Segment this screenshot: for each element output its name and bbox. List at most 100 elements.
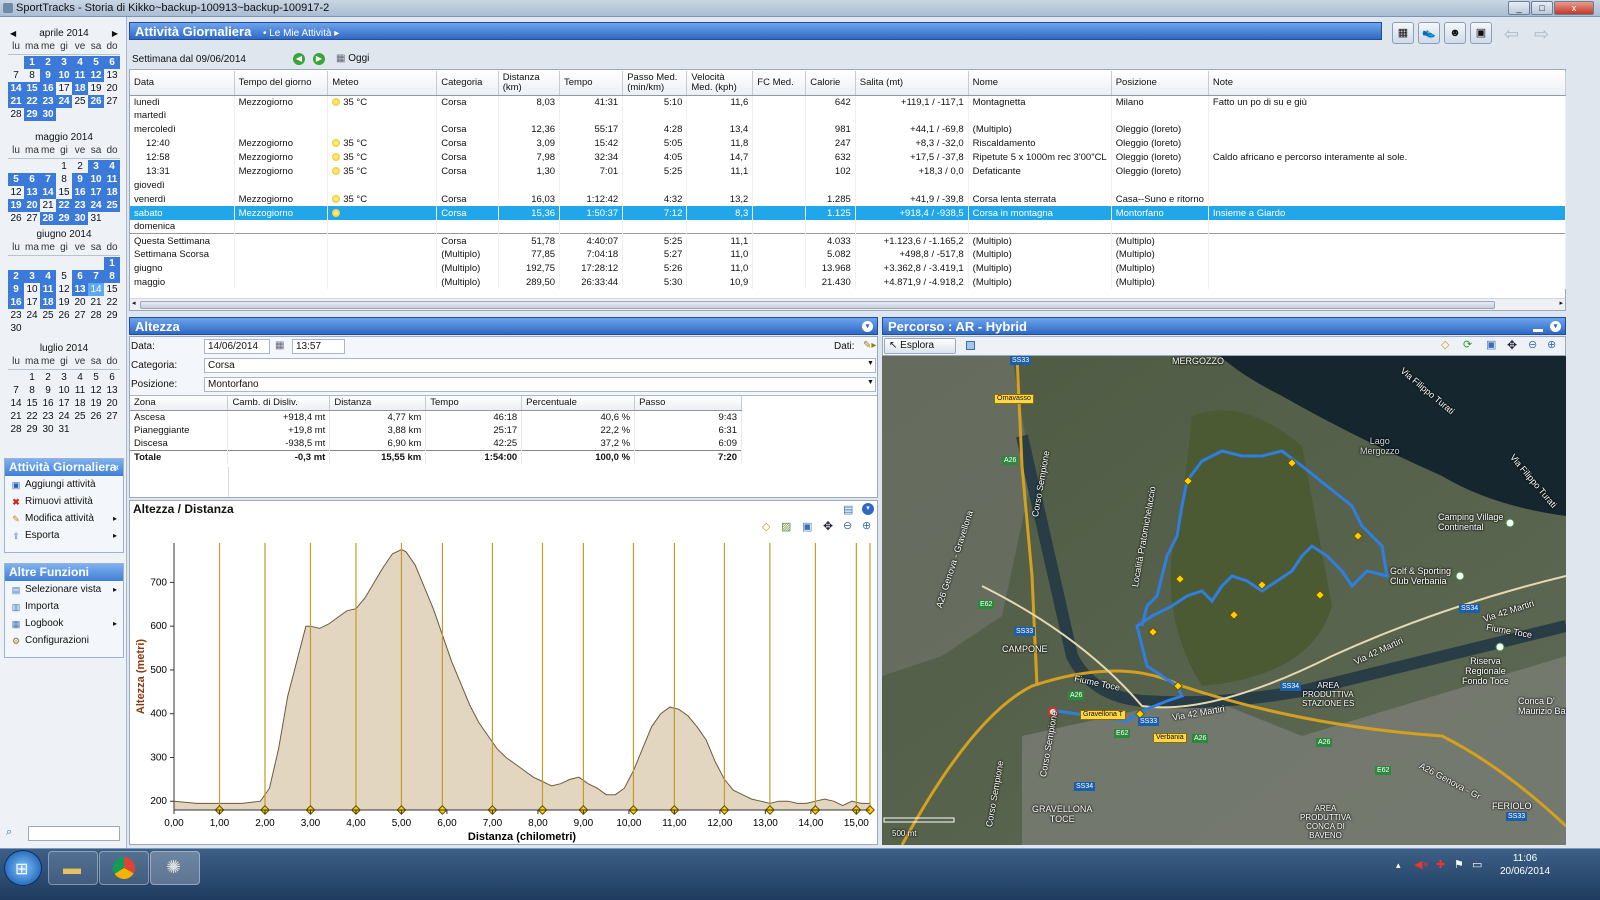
table-row[interactable]: martedì xyxy=(130,108,1567,123)
calendar-day[interactable]: 21 xyxy=(8,410,24,423)
calendar-day[interactable]: 14 xyxy=(8,397,24,410)
calendar-day[interactable]: 8 xyxy=(104,270,120,283)
calendar-day[interactable]: 16 xyxy=(8,296,24,309)
calendar-day[interactable]: 21 xyxy=(8,95,24,108)
calendar-day[interactable]: 27 xyxy=(72,309,88,322)
calendar-day[interactable]: 5 xyxy=(8,173,24,186)
calendar-day[interactable]: 22 xyxy=(56,199,72,212)
add-activity-item[interactable]: ▣ Aggiungi attività xyxy=(5,476,123,493)
calendar-day[interactable]: 24 xyxy=(88,199,104,212)
minimize-button[interactable]: _ xyxy=(1508,1,1530,15)
calendar-day[interactable]: 8 xyxy=(56,173,72,186)
collapse-icon[interactable]: « xyxy=(113,459,119,476)
calendar-day[interactable]: 15 xyxy=(24,82,40,95)
summary-row[interactable]: Questa Settimana Corsa 51,78 4:40:07 5:25 11,… xyxy=(130,233,1567,248)
date-field[interactable]: 14/06/2014 xyxy=(204,339,270,354)
calendar-day[interactable]: 6 xyxy=(24,173,40,186)
calendar-day[interactable]: 30 xyxy=(40,108,56,121)
table-row[interactable]: giovedì xyxy=(130,178,1567,193)
calendar-day[interactable]: 26 xyxy=(88,410,104,423)
calendar-day[interactable]: 5 xyxy=(88,56,104,69)
calendar-day[interactable]: 18 xyxy=(72,397,88,410)
chevron-down-icon[interactable]: ▼ xyxy=(867,360,874,367)
calendar-day[interactable]: 6 xyxy=(104,56,120,69)
calendar-day[interactable]: 9 xyxy=(72,173,88,186)
forward-arrow-icon[interactable]: ⇨ xyxy=(1534,24,1549,45)
horizontal-scrollbar[interactable]: ◂ ▸ xyxy=(130,298,1565,310)
calendar-day[interactable]: 23 xyxy=(40,95,56,108)
calendar-day[interactable]: 20 xyxy=(104,82,120,95)
network-icon[interactable]: ✚ xyxy=(1436,858,1445,871)
zone-column-header[interactable]: Percentuale xyxy=(521,396,636,411)
calendar-day[interactable]: 21 xyxy=(88,296,104,309)
calendar-day[interactable]: 10 xyxy=(88,173,104,186)
calendar-day[interactable]: 13 xyxy=(24,186,40,199)
column-header[interactable]: Distanza (km) xyxy=(498,71,561,96)
calendar-day[interactable]: 27 xyxy=(24,212,40,225)
remove-activity-item[interactable]: ✖ Rimuovi attività xyxy=(5,493,123,510)
category-select[interactable]: Corsa xyxy=(204,358,876,373)
calendar-day[interactable]: 12 xyxy=(8,186,24,199)
prev-week-icon[interactable]: ◀ xyxy=(293,53,305,65)
calendar-day[interactable]: 25 xyxy=(104,199,120,212)
zone-column-header[interactable]: Passo xyxy=(634,396,742,411)
summary-row[interactable]: Settimana Scorsa (Multiplo) 77,85 7:04:18 5:… xyxy=(130,247,1567,262)
calendar-day[interactable]: 30 xyxy=(8,322,24,335)
calendar-day[interactable]: 10 xyxy=(56,384,72,397)
calendar-day[interactable]: 17 xyxy=(24,296,40,309)
calendar-day[interactable]: 25 xyxy=(72,95,88,108)
explore-button[interactable]: ↖ Esplora xyxy=(884,338,956,354)
export-item[interactable]: ⇪ Esporta ▸ xyxy=(5,527,123,544)
prev-month-icon[interactable]: ◀ xyxy=(10,27,16,40)
calendar-day[interactable]: 24 xyxy=(24,309,40,322)
marker-icon[interactable]: ◇ xyxy=(1441,338,1449,351)
select-view-item[interactable]: ▤ Selezionare vista ▸ xyxy=(5,581,123,598)
calendar-day[interactable]: 31 xyxy=(88,212,104,225)
calendar-day[interactable]: 4 xyxy=(72,56,88,69)
calendar-day[interactable]: 24 xyxy=(56,95,72,108)
calendar-day[interactable]: 26 xyxy=(88,95,104,108)
calendar-day[interactable]: 4 xyxy=(104,160,120,173)
maximize-button[interactable]: □ xyxy=(1531,1,1553,15)
calendar-day[interactable]: 26 xyxy=(8,212,24,225)
column-header[interactable]: Velocità Med. (kph) xyxy=(686,71,754,96)
calendar-day[interactable]: 6 xyxy=(104,371,120,384)
zone-column-header[interactable]: Distanza xyxy=(329,396,427,411)
calendar-day[interactable]: 15 xyxy=(24,397,40,410)
calendar-day[interactable]: 19 xyxy=(88,397,104,410)
logbook-item[interactable]: ▦ Logbook ▸ xyxy=(5,615,123,632)
edit-activity-item[interactable]: ✎ Modifica attività ▸ xyxy=(5,510,123,527)
calendar-day[interactable]: 9 xyxy=(40,384,56,397)
scroll-left-icon[interactable]: ◂ xyxy=(132,299,136,307)
today-button[interactable]: ▦ Oggi xyxy=(336,53,369,64)
calendar-view-icon[interactable]: ▦ xyxy=(1392,22,1414,44)
table-row[interactable]: 12:40 Mezzogiorno 35 °C Corsa 3,09 15:42 5:05 1… xyxy=(130,136,1567,151)
calendar-day[interactable]: 25 xyxy=(72,410,88,423)
calendar-day[interactable]: 7 xyxy=(40,173,56,186)
calendar-day[interactable]: 13 xyxy=(104,384,120,397)
calendar-icon[interactable]: ▦ xyxy=(275,340,284,351)
calendar-day[interactable]: 3 xyxy=(88,160,104,173)
zone-row[interactable]: Ascesa +918,4 mt 4,77 km 46:18 40,6 % 9:43 xyxy=(130,410,742,424)
zoom-out-icon[interactable]: ⊖ xyxy=(1528,338,1537,351)
flag-icon[interactable]: ⚑ xyxy=(1454,858,1464,871)
calendar-day[interactable]: 2 xyxy=(40,371,56,384)
calendar-day[interactable]: 24 xyxy=(56,410,72,423)
refresh-icon[interactable]: ⟳ xyxy=(1463,338,1472,351)
summary-row[interactable]: maggio (Multiplo) 289,50 26:33:44 5:30 10,9 21… xyxy=(130,275,1567,290)
calendar-day[interactable]: 14 xyxy=(8,82,24,95)
calendar-day[interactable]: 19 xyxy=(88,82,104,95)
calendar-day[interactable]: 23 xyxy=(8,309,24,322)
taskbar-sporttracks[interactable]: ✺ xyxy=(150,851,200,885)
calendar-day[interactable]: 28 xyxy=(88,309,104,322)
zone-row[interactable]: Pianeggiante +19,8 mt 3,88 km 25:17 22,2 % 6:… xyxy=(130,423,742,437)
column-header[interactable]: Tempo del giorno xyxy=(234,71,329,96)
zone-row[interactable]: Totale -0,3 mt 15,55 km 1:54:00 100,0 % 7:20 xyxy=(130,450,742,464)
calendar-day[interactable]: 22 xyxy=(24,410,40,423)
back-arrow-icon[interactable]: ⇦ xyxy=(1504,24,1519,45)
column-header[interactable]: Note xyxy=(1208,71,1567,96)
scrollbar-thumb[interactable] xyxy=(140,301,1495,309)
save-icon[interactable]: ▣ xyxy=(1486,338,1496,351)
calendar-day[interactable]: 25 xyxy=(40,309,56,322)
zone-column-header[interactable]: Zona xyxy=(130,396,229,411)
